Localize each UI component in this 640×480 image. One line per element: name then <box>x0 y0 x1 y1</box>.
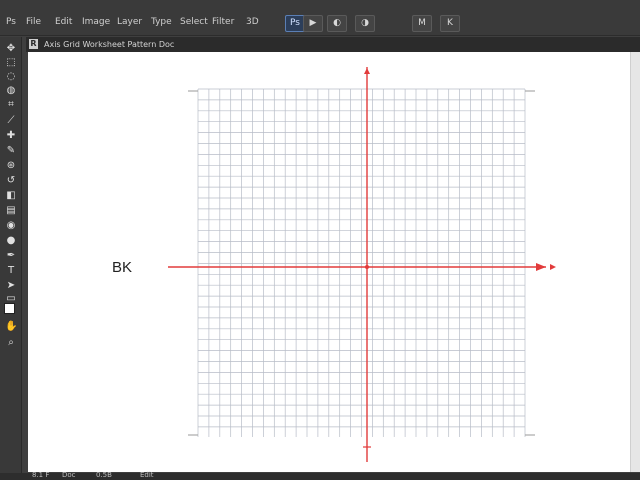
menu-layer[interactable]: Layer <box>117 16 142 28</box>
y-axis-top-marker <box>364 68 370 74</box>
document-canvas[interactable]: BK <box>28 52 640 472</box>
quick-select-icon[interactable]: ◍ <box>5 85 17 97</box>
hand-icon[interactable]: ✋ <box>5 321 17 333</box>
gradient-icon[interactable]: ▤ <box>5 205 17 217</box>
mask-button[interactable]: M <box>412 15 432 32</box>
move-icon[interactable]: ✥ <box>5 43 17 55</box>
pen-icon[interactable]: ✒ <box>5 250 17 262</box>
status-doc: Doc <box>62 471 76 479</box>
grid-lines <box>197 88 526 437</box>
mode-button-b[interactable]: ◑ <box>355 15 375 32</box>
crop-icon[interactable]: ⌗ <box>5 99 17 111</box>
path-select-icon[interactable]: ➤ <box>5 280 17 292</box>
document-tab-bar: R Axis Grid Worksheet Pattern Doc <box>26 37 640 52</box>
eyedropper-icon[interactable]: ⟋ <box>5 115 17 127</box>
menu-3d[interactable]: 3D <box>246 16 259 28</box>
lasso-icon[interactable]: ◌ <box>5 71 17 83</box>
vertical-scrollbar[interactable] <box>630 52 640 472</box>
marquee-icon[interactable]: ⬚ <box>5 57 17 69</box>
origin-point <box>365 265 369 269</box>
zoom-icon[interactable]: ⌕ <box>5 337 17 349</box>
history-brush-icon[interactable]: ↺ <box>5 175 17 187</box>
document-badge: R <box>29 39 38 49</box>
top-toolbar: Ps File Edit Image Layer Type Select Fil… <box>0 0 640 36</box>
eraser-icon[interactable]: ◧ <box>5 190 17 202</box>
menu-edit[interactable]: Edit <box>55 16 72 28</box>
status-zoom[interactable]: 8.1 F <box>32 471 49 480</box>
menu-select[interactable]: Select <box>180 16 208 28</box>
ps-button[interactable]: Ps <box>285 15 305 32</box>
status-bar: 8.1 F Doc 0.5B Edit <box>0 471 640 480</box>
app-logo[interactable]: Ps <box>6 16 16 28</box>
canvas-label: BK <box>112 259 132 276</box>
blur-icon[interactable]: ◉ <box>5 220 17 232</box>
mode-button-a[interactable]: ◐ <box>327 15 347 32</box>
status-edit: Edit <box>140 471 154 479</box>
brush-icon[interactable]: ✎ <box>5 145 17 157</box>
menu-type[interactable]: Type <box>151 16 172 28</box>
status-size: 0.5B <box>96 471 112 479</box>
type-icon[interactable]: T <box>5 265 17 277</box>
x-axis-end-marker <box>550 264 556 270</box>
x-axis-arrowhead <box>536 263 546 271</box>
play-button[interactable]: ▶ <box>303 15 323 32</box>
menu-filter[interactable]: Filter <box>212 16 234 28</box>
graph-paper: BK <box>112 67 556 462</box>
clone-icon[interactable]: ⊛ <box>5 160 17 172</box>
options-button[interactable]: K <box>440 15 460 32</box>
healing-icon[interactable]: ✚ <box>5 130 17 142</box>
foreground-color-swatch[interactable] <box>4 303 15 314</box>
tools-panel: ✥ ⬚ ◌ ◍ ⌗ ⟋ ✚ ✎ ⊛ ↺ ◧ ▤ ◉ ● ✒ T ➤ ▭ ✋ ⌕ <box>0 37 22 473</box>
menu-image[interactable]: Image <box>82 16 110 28</box>
menu-file[interactable]: File <box>26 16 41 28</box>
dodge-icon[interactable]: ● <box>5 235 17 247</box>
document-tab[interactable]: Axis Grid Worksheet Pattern Doc <box>44 38 174 51</box>
